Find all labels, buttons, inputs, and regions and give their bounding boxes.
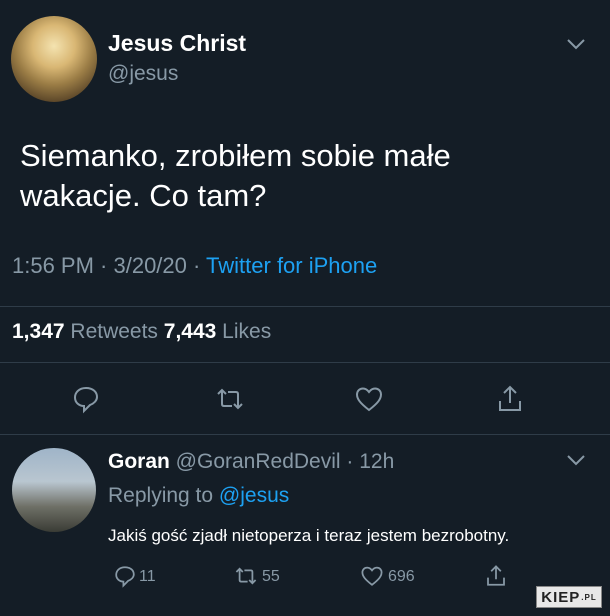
like-icon[interactable]: [360, 564, 384, 588]
reply-text: Jakiś gość zjadł nietoperza i teraz jest…: [108, 526, 510, 545]
author-handle[interactable]: @jesus: [108, 62, 178, 86]
replying-handle[interactable]: @jesus: [219, 484, 289, 507]
reply-header: Goran @GoranRedDevil · 12h: [108, 450, 394, 474]
tweet-time[interactable]: 1:56 PM · 3/20/20 ·: [12, 253, 206, 278]
author-name[interactable]: Jesus Christ: [108, 30, 246, 57]
retweets-label[interactable]: Retweets: [65, 320, 164, 343]
reply-icon[interactable]: [71, 384, 101, 414]
reply-count: 11: [139, 568, 156, 585]
divider: [0, 434, 610, 435]
tweet-meta: 1:56 PM · 3/20/20 · Twitter for iPhone: [12, 253, 377, 279]
logo-text: KIEP: [541, 588, 581, 606]
retweet-icon[interactable]: [234, 564, 258, 588]
like-icon[interactable]: [354, 384, 384, 414]
chevron-down-icon[interactable]: [566, 450, 586, 471]
divider: [0, 362, 610, 363]
likes-label[interactable]: Likes: [216, 320, 271, 343]
like-count: 696: [388, 568, 415, 585]
author-avatar[interactable]: [11, 16, 97, 102]
chevron-down-icon[interactable]: [566, 34, 586, 55]
tweet-text-line: Siemanko, zrobiłem sobie małe: [20, 138, 451, 173]
tweet-text-line: wakacje. Co tam?: [20, 178, 267, 213]
likes-count[interactable]: 7,443: [164, 320, 217, 343]
share-icon[interactable]: [484, 564, 508, 588]
retweet-count: 55: [262, 568, 280, 585]
reply-icon[interactable]: [113, 564, 137, 588]
replying-to: Replying to @jesus: [108, 484, 289, 508]
tweet-source[interactable]: Twitter for iPhone: [206, 253, 377, 278]
retweets-count[interactable]: 1,347: [12, 320, 65, 343]
replying-prefix: Replying to: [108, 484, 219, 507]
reply-avatar[interactable]: [12, 448, 96, 532]
tweet-text: Siemanko, zrobiłem sobie małe wakacje. C…: [20, 136, 580, 216]
retweet-icon[interactable]: [215, 384, 245, 414]
logo-suffix: .PL: [581, 592, 597, 602]
kiep-logo: KIEP .PL: [536, 586, 602, 608]
share-icon[interactable]: [495, 384, 525, 414]
reply-author-handle[interactable]: @GoranRedDevil · 12h: [170, 450, 395, 473]
reply-author-name[interactable]: Goran: [108, 450, 170, 473]
tweet-stats: 1,347 Retweets 7,443 Likes: [12, 320, 271, 344]
divider: [0, 306, 610, 307]
